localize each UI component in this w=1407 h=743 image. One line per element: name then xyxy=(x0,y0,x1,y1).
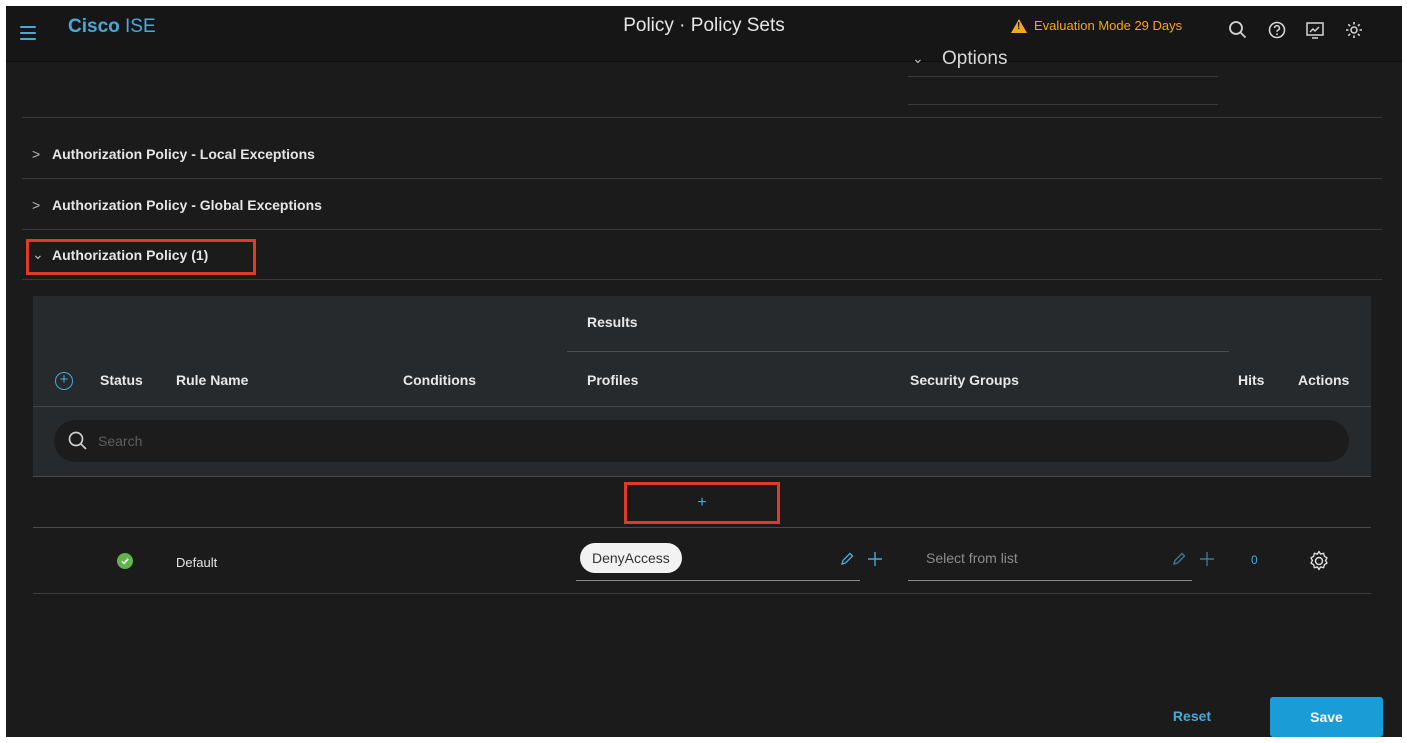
pencil-icon[interactable] xyxy=(1170,550,1188,568)
section-label: Authorization Policy - Local Exceptions xyxy=(52,145,315,162)
search-input[interactable] xyxy=(98,433,1298,449)
divider xyxy=(22,117,1382,118)
column-security-groups[interactable]: Security Groups xyxy=(910,372,1019,388)
divider xyxy=(33,527,1371,528)
section-authorization-policy[interactable]: ⌄ Authorization Policy (1) xyxy=(22,230,1382,280)
divider xyxy=(33,476,1371,477)
top-navigation-bar: Cisco ISE Policy · Policy Sets Evaluatio… xyxy=(6,6,1402,62)
warning-icon xyxy=(1011,18,1027,33)
column-conditions[interactable]: Conditions xyxy=(403,372,476,388)
column-hits[interactable]: Hits xyxy=(1238,372,1264,388)
divider xyxy=(908,104,1218,105)
column-actions[interactable]: Actions xyxy=(1298,372,1349,388)
gear-icon[interactable] xyxy=(1344,20,1364,40)
evaluation-mode-banner[interactable]: Evaluation Mode 29 Days xyxy=(1011,18,1182,33)
row-actions-gear-icon[interactable] xyxy=(1307,549,1331,573)
search-icon[interactable] xyxy=(1228,20,1248,40)
help-icon[interactable] xyxy=(1267,20,1287,40)
section-global-exceptions[interactable]: > Authorization Policy - Global Exceptio… xyxy=(22,180,1382,230)
evaluation-mode-text: Evaluation Mode 29 Days xyxy=(1034,18,1183,33)
divider xyxy=(567,351,1229,352)
add-rule-button[interactable]: + xyxy=(627,484,777,522)
divider xyxy=(33,406,1371,407)
search-icon xyxy=(68,431,87,450)
hits-count: 0 xyxy=(1251,553,1258,567)
chevron-down-icon[interactable]: ⌄ xyxy=(912,50,924,67)
dashboard-icon[interactable] xyxy=(1305,20,1325,40)
pencil-icon[interactable] xyxy=(838,550,856,568)
add-rule-icon[interactable]: + xyxy=(55,372,73,390)
search-field[interactable] xyxy=(54,420,1349,462)
add-profile-icon[interactable] xyxy=(866,550,884,568)
product-logo[interactable]: Cisco ISE xyxy=(68,16,156,38)
column-rule-name[interactable]: Rule Name xyxy=(176,372,248,388)
profile-field-underline xyxy=(576,580,860,581)
reset-button[interactable]: Reset xyxy=(1162,697,1222,735)
options-label[interactable]: Options xyxy=(942,48,1007,70)
save-button[interactable]: Save xyxy=(1270,697,1383,737)
section-local-exceptions[interactable]: > Authorization Policy - Local Exception… xyxy=(22,129,1382,179)
status-enabled-icon[interactable] xyxy=(117,553,133,569)
add-security-group-icon[interactable] xyxy=(1198,550,1216,568)
security-group-field-underline xyxy=(908,580,1192,581)
chevron-right-icon: > xyxy=(32,196,41,213)
results-group-header: Results xyxy=(587,314,638,330)
column-status[interactable]: Status xyxy=(100,372,143,388)
security-group-select[interactable]: Select from list xyxy=(926,550,1018,566)
menu-icon[interactable] xyxy=(20,26,36,40)
rule-name[interactable]: Default xyxy=(176,555,217,570)
section-label: Authorization Policy (1) xyxy=(52,246,209,263)
profile-chip[interactable]: DenyAccess xyxy=(580,543,682,573)
chevron-right-icon: > xyxy=(32,145,41,162)
divider xyxy=(33,593,1371,594)
chevron-down-icon: ⌄ xyxy=(32,246,44,262)
section-label: Authorization Policy - Global Exceptions xyxy=(52,196,322,213)
divider xyxy=(908,76,1218,77)
column-profiles[interactable]: Profiles xyxy=(587,372,638,388)
page-title: Policy · Policy Sets xyxy=(623,15,785,36)
